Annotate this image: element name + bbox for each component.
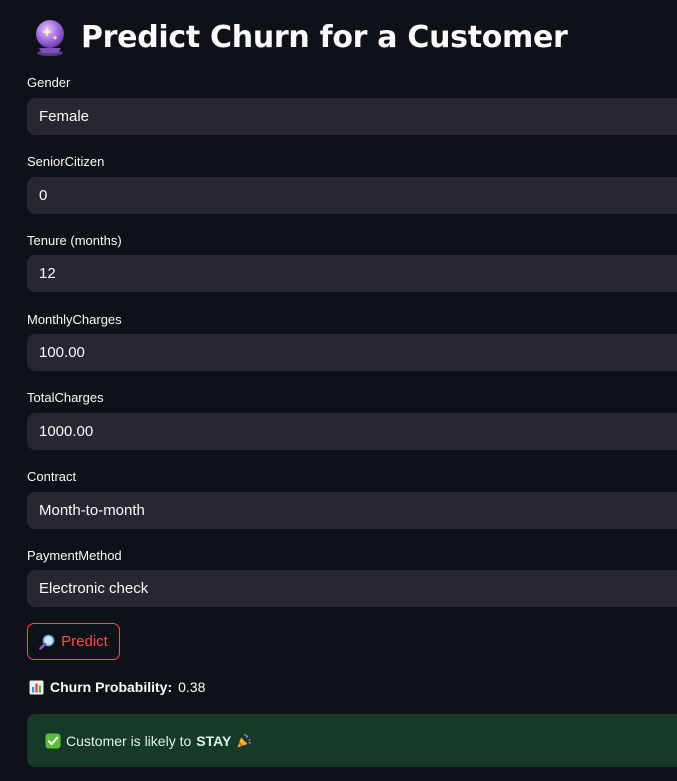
gender-label: Gender bbox=[27, 75, 71, 90]
senior-citizen-select[interactable]: 0 bbox=[27, 177, 677, 214]
page-title-text: Predict Churn for a Customer bbox=[81, 19, 568, 55]
predict-button-label: Predict bbox=[61, 633, 108, 650]
senior-citizen-label: SeniorCitizen bbox=[27, 154, 105, 169]
party-popper-icon bbox=[237, 733, 252, 747]
payment-method-label: PaymentMethod bbox=[27, 548, 122, 563]
contract-label: Contract bbox=[27, 469, 77, 484]
alert-text-prefix: Customer is likely to bbox=[66, 732, 192, 749]
total-charges-label: TotalCharges bbox=[27, 390, 104, 405]
predict-button[interactable]: Predict bbox=[27, 623, 120, 660]
total-charges-value: 1000.00 bbox=[39, 423, 94, 440]
payment-method-select[interactable]: Electronic check bbox=[27, 570, 677, 607]
gender-select[interactable]: Female bbox=[27, 98, 677, 135]
check-mark-icon bbox=[45, 733, 61, 748]
total-charges-input[interactable]: 1000.00 bbox=[27, 413, 677, 450]
bar-chart-icon bbox=[29, 680, 44, 694]
page-title: Predict Churn for a Customer bbox=[33, 14, 568, 60]
success-alert: Customer is likely to STAY bbox=[27, 714, 677, 767]
monthly-charges-label: MonthlyCharges bbox=[27, 312, 122, 327]
contract-select[interactable]: Month-to-month bbox=[27, 492, 677, 529]
churn-probability-value: 0.38 bbox=[178, 679, 206, 695]
payment-method-value: Electronic check bbox=[39, 580, 149, 597]
tenure-input[interactable]: 12 bbox=[27, 255, 677, 292]
contract-value: Month-to-month bbox=[39, 502, 145, 519]
app-page: Predict Churn for a Customer Gender Fema… bbox=[0, 0, 677, 781]
alert-text-strong: STAY bbox=[196, 732, 232, 749]
tenure-value: 12 bbox=[39, 265, 56, 282]
monthly-charges-input[interactable]: 100.00 bbox=[27, 334, 677, 371]
churn-probability: Churn Probability: 0.38 bbox=[29, 678, 205, 696]
senior-citizen-value: 0 bbox=[39, 187, 48, 204]
gender-value: Female bbox=[39, 108, 90, 125]
crystal-ball-icon bbox=[36, 20, 64, 56]
tenure-label: Tenure (months) bbox=[27, 233, 122, 248]
churn-probability-label: Churn Probability: bbox=[50, 679, 173, 695]
magnifier-icon bbox=[39, 634, 55, 650]
monthly-charges-value: 100.00 bbox=[39, 344, 85, 361]
